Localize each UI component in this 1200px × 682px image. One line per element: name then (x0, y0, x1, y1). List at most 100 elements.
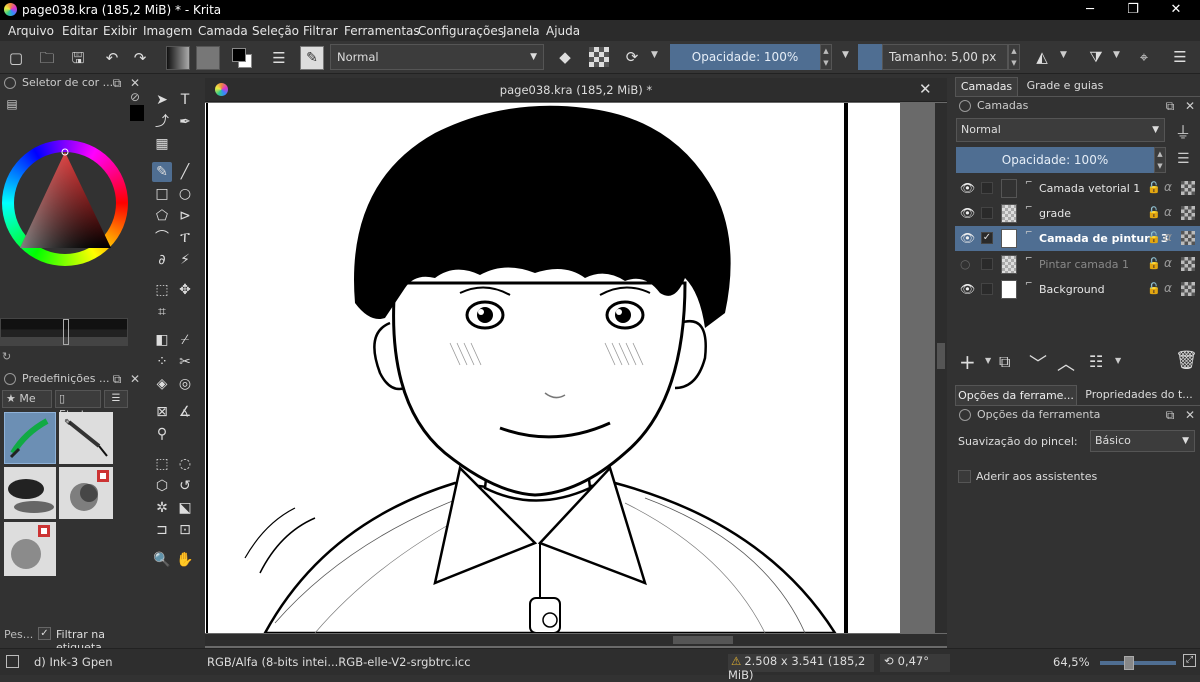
close-docker-icon[interactable]: ✕ (1182, 407, 1198, 423)
ellipse-select-tool-icon[interactable]: ◌ (175, 454, 195, 474)
delete-layer-icon[interactable]: 🗑 (1175, 350, 1198, 371)
bezier-select-tool-icon[interactable]: ⊐ (152, 520, 172, 540)
horizontal-scroll-thumb[interactable] (673, 636, 733, 644)
move-layer-down-icon[interactable]: ﹀ (1029, 350, 1047, 376)
maximize-button[interactable]: ❐ (1113, 0, 1153, 20)
move-tool-icon[interactable]: ✥ (175, 280, 195, 300)
layer-filter-icon[interactable]: ⏚ (1175, 119, 1191, 143)
freehand-path-tool-icon[interactable]: ፐ (175, 228, 195, 248)
brush-settings-icon[interactable]: ☰ (267, 46, 291, 70)
layer-select-checkbox[interactable] (981, 207, 993, 219)
tab-tool-options[interactable]: Opções da ferrame... (955, 385, 1077, 405)
color-history-strip[interactable] (0, 318, 128, 346)
reload-preset-icon[interactable]: ⟳ (620, 45, 644, 69)
gradient-preset-icon[interactable] (166, 46, 190, 70)
vertical-scrollbar[interactable] (935, 103, 947, 633)
menu-camada[interactable]: Camada (198, 24, 248, 38)
select-shapes-tool-icon[interactable]: ➤ (152, 90, 172, 110)
layer-blend-mode-select[interactable]: Normal ▼ (956, 118, 1165, 142)
reference-image-tool-icon[interactable]: ⚲ (152, 424, 172, 444)
mirror-vertical-icon[interactable]: ⧩ (1084, 45, 1108, 69)
rotation-box[interactable]: ⟲ 0,47° (880, 654, 950, 672)
text-tool-icon[interactable]: T (175, 90, 195, 110)
eye-icon[interactable]: 👁 (960, 282, 975, 296)
layer-row[interactable]: 👁 ✓ ⌐ Camada de pintura 3 🔓 α (955, 226, 1200, 251)
add-layer-icon[interactable]: + (959, 350, 976, 374)
similar-select-tool-icon[interactable]: ⬕ (175, 498, 195, 518)
drawing-canvas[interactable] (205, 103, 900, 633)
menu-exibir[interactable]: Exibir (103, 24, 137, 38)
no-color-icon[interactable]: ⊘ (130, 90, 144, 104)
lock-docker-icon[interactable] (4, 373, 16, 385)
inherit-alpha-icon[interactable] (1181, 181, 1195, 195)
chevron-down-icon[interactable]: ▼ (842, 50, 849, 60)
lock-layer-icon[interactable]: 🔓 (1147, 282, 1161, 295)
smart-patch-tool-icon[interactable]: ✂ (175, 352, 195, 372)
freehand-select-tool-icon[interactable]: ↺ (175, 476, 195, 496)
menu-selecao[interactable]: Seleção (252, 24, 299, 38)
chevron-down-icon[interactable]: ▼ (985, 356, 991, 365)
preset-search-label[interactable]: Pes... (4, 628, 33, 641)
brush-preset-nib[interactable]: ✎ (59, 412, 113, 464)
current-color-swatch[interactable] (130, 105, 144, 121)
opacity-spin-icon[interactable]: ▲ ▼ (820, 44, 832, 70)
wrap-around-icon[interactable]: ⌖ (1132, 45, 1156, 69)
filter-tag-checkbox[interactable]: ✓ (38, 627, 51, 640)
float-docker-icon[interactable]: ⧉ (109, 371, 125, 387)
edit-shapes-tool-icon[interactable]: ⤴ (152, 112, 172, 132)
preset-view-options-icon[interactable]: ☰ (104, 390, 128, 408)
save-icon[interactable]: 🖫 (66, 46, 90, 70)
fill-tool-icon[interactable]: ◈ (152, 374, 172, 394)
close-document-icon[interactable]: ✕ (919, 80, 932, 98)
close-window-button[interactable]: ✕ (1156, 0, 1196, 20)
lock-docker-icon[interactable] (4, 77, 16, 89)
ellipse-tool-icon[interactable]: ○ (175, 184, 195, 204)
snap-assistants-checkbox[interactable] (958, 470, 971, 483)
layer-select-checkbox[interactable] (981, 258, 993, 270)
colorize-mask-tool-icon[interactable]: ⁘ (152, 352, 172, 372)
document-tab[interactable]: page038.kra (185,2 MiB) * ✕ (205, 78, 947, 102)
vertical-scroll-thumb[interactable] (937, 343, 945, 369)
alpha-lock-icon[interactable]: α (1164, 281, 1172, 295)
eraser-mode-icon[interactable]: ◆ (553, 45, 577, 69)
foreground-background-color-icon[interactable] (230, 46, 254, 70)
zoom-slider-handle[interactable] (1124, 656, 1134, 670)
saturation-triangle[interactable] (0, 138, 150, 268)
lock-layer-icon[interactable]: 🔓 (1147, 206, 1161, 219)
zoom-slider[interactable] (1100, 656, 1176, 670)
horizontal-scrollbar[interactable] (205, 634, 947, 646)
enclose-fill-tool-icon[interactable]: ◎ (175, 374, 195, 394)
menu-editar[interactable]: Editar (62, 24, 98, 38)
menu-filtrar[interactable]: Filtrar (303, 24, 338, 38)
layer-select-checkbox[interactable]: ✓ (981, 232, 993, 244)
calligraphy-tool-icon[interactable]: ✒ (175, 112, 195, 132)
brush-preset-icon[interactable]: ✎ (300, 46, 324, 70)
close-docker-icon[interactable]: ✕ (1182, 98, 1198, 114)
transform-tool-icon[interactable]: ⬚ (152, 280, 172, 300)
rectangle-tool-icon[interactable]: □ (152, 184, 172, 204)
chevron-down-icon[interactable]: ▼ (1115, 356, 1121, 365)
layer-opacity-slider[interactable]: Opacidade: 100% (956, 147, 1154, 173)
assistant-editor-tool-icon[interactable]: ⊠ (152, 402, 172, 422)
refresh-icon[interactable]: ↻ (2, 350, 11, 363)
layer-select-checkbox[interactable] (981, 283, 993, 295)
undo-icon[interactable]: ↶ (100, 46, 124, 70)
new-document-icon[interactable]: ▢ (4, 46, 28, 70)
magnetic-select-tool-icon[interactable]: ⊡ (175, 520, 195, 540)
layer-row[interactable]: 👁 ⌐ Camada vetorial 1 🔓 α (955, 176, 1200, 201)
lock-layer-icon[interactable]: 🔓 (1147, 181, 1161, 194)
lock-docker-icon[interactable] (959, 100, 971, 112)
smoothing-select[interactable]: Básico ▼ (1090, 430, 1195, 452)
tab-grade-guias[interactable]: Grade e guias (1022, 77, 1108, 96)
layer-row[interactable]: ○ ⌐ Pintar camada 1 🔓 α (955, 252, 1200, 277)
crop-tool-icon[interactable]: ⌗ (152, 302, 172, 322)
menu-imagem[interactable]: Imagem (143, 24, 192, 38)
polygon-select-tool-icon[interactable]: ⬡ (152, 476, 172, 496)
inherit-alpha-icon[interactable] (1181, 282, 1195, 296)
fullscreen-icon[interactable]: ⤢ (1183, 654, 1196, 667)
menu-janela[interactable]: Janela (503, 24, 540, 38)
alpha-lock-icon[interactable]: α (1164, 180, 1172, 194)
opacity-slider[interactable]: Opacidade: 100% (670, 44, 820, 70)
inherit-alpha-icon[interactable] (1181, 231, 1195, 245)
lock-layer-icon[interactable]: 🔓 (1147, 257, 1161, 270)
